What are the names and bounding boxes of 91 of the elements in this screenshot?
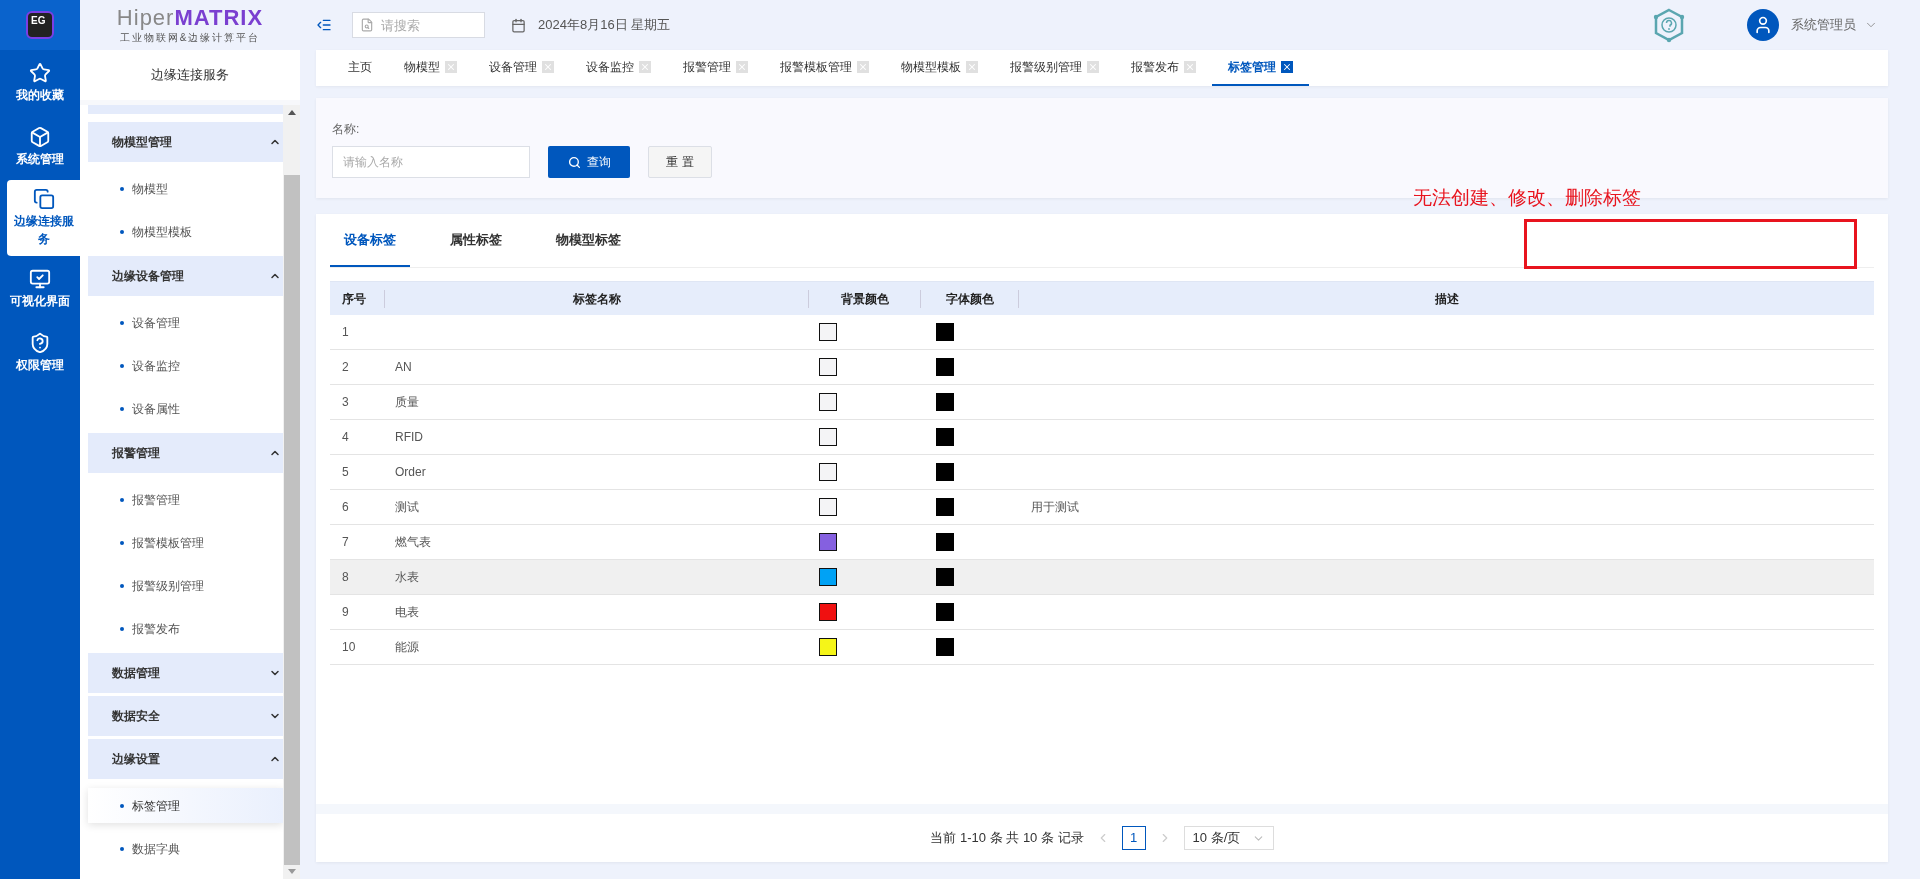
column-header: 标签名称: [385, 289, 809, 308]
star-icon: [29, 62, 51, 84]
table-cell: 9: [342, 605, 349, 619]
help-icon[interactable]: [1651, 7, 1687, 43]
menu-item[interactable]: 标签管理: [88, 788, 283, 823]
user-name[interactable]: 系统管理员: [1791, 15, 1856, 35]
panel-tab[interactable]: 设备标签: [330, 214, 410, 267]
menu-item[interactable]: 物模型: [88, 167, 283, 210]
page-tab[interactable]: 物模型: [388, 50, 473, 86]
table-cell: Order: [395, 465, 426, 479]
brand-logo: HiperMATRIX: [116, 5, 264, 30]
table-cell: 7: [342, 535, 349, 549]
pagination-summary: 当前 1-10 条 共 10 条 记录: [930, 829, 1084, 848]
menu-group[interactable]: 物模型管理: [88, 122, 283, 162]
reset-button[interactable]: 重 置: [648, 146, 712, 178]
page-tab[interactable]: 主页: [332, 50, 388, 86]
rail-item[interactable]: 我的收藏: [0, 52, 80, 114]
table-cell: 8: [342, 570, 349, 584]
table-cell: 1: [342, 325, 349, 339]
scroll-down-icon[interactable]: [287, 869, 296, 874]
table-cell: 质量: [395, 395, 419, 409]
column-header: 背景颜色: [809, 289, 921, 308]
panel-tab[interactable]: 物模型标签: [542, 214, 635, 267]
rail-item[interactable]: 权限管理: [0, 322, 80, 384]
page-button[interactable]: 1: [1121, 826, 1146, 850]
menu-item[interactable]: 数据字典: [88, 827, 283, 870]
sidebar-title: 边缘连接服务: [151, 66, 229, 85]
table-cell: 电表: [395, 605, 419, 619]
page-tab[interactable]: 报警模板管理: [764, 50, 885, 86]
table-cell: 用于测试: [1031, 500, 1079, 514]
calendar-icon: [511, 17, 526, 33]
table-cell: 6: [342, 500, 349, 514]
menu-group[interactable]: 报警管理: [88, 433, 283, 473]
search-icon: [360, 18, 374, 32]
annotation-text: 无法创建、修改、删除标签: [1413, 186, 1641, 210]
page-tab[interactable]: 报警发布: [1115, 50, 1212, 86]
search-field[interactable]: 请搜索: [352, 12, 485, 38]
field-label: 名称:: [332, 121, 361, 138]
search-button[interactable]: 查询: [548, 146, 630, 178]
column-header: 序号: [330, 289, 385, 308]
date-text: 2024年8月16日 星期五: [538, 16, 671, 35]
monitor-icon: [29, 268, 51, 290]
shield-icon: [29, 332, 51, 354]
scroll-up-icon[interactable]: [287, 110, 296, 115]
page-tab[interactable]: 报警管理: [667, 50, 764, 86]
menu-item[interactable]: 报警级别管理: [88, 564, 283, 607]
menu-group[interactable]: 数据管理: [88, 653, 283, 693]
table-cell: 5: [342, 465, 349, 479]
menu-item[interactable]: 报警发布: [88, 607, 283, 650]
table-cell: 3: [342, 395, 349, 409]
table-cell: RFID: [395, 430, 423, 444]
table-row[interactable]: 8 水表: [330, 560, 1874, 595]
menu-item[interactable]: 设备属性: [88, 387, 283, 430]
search-icon: [567, 155, 581, 169]
menu-group[interactable]: 边缘设置: [88, 739, 283, 779]
app-logo: EG: [26, 11, 54, 39]
menu-item[interactable]: 设备管理: [88, 301, 283, 344]
rail-item[interactable]: 系统管理: [0, 116, 80, 178]
menu-group[interactable]: 数据安全: [88, 696, 283, 736]
table-cell: AN: [395, 360, 412, 374]
scrollbar[interactable]: [283, 105, 300, 879]
table-cell: 燃气表: [395, 535, 431, 549]
table-cell: 4: [342, 430, 349, 444]
table-cell: 能源: [395, 640, 419, 654]
name-input[interactable]: 请输入名称: [332, 146, 530, 178]
menu-group[interactable]: 边缘设备管理: [88, 256, 283, 296]
close-icon[interactable]: [1281, 61, 1293, 73]
column-header: 字体颜色: [921, 289, 1019, 308]
avatar-icon[interactable]: [1747, 9, 1779, 41]
menu-icon[interactable]: [316, 17, 332, 33]
cube-icon: [29, 126, 51, 148]
column-header: 描述: [1433, 290, 1460, 308]
page-tab[interactable]: 物模型模板: [885, 50, 994, 86]
table-cell: 测试: [395, 500, 419, 514]
table-cell: 水表: [395, 570, 419, 584]
brand-subtitle: 工业物联网&边缘计算平台: [119, 30, 261, 45]
menu-item[interactable]: 报警管理: [88, 478, 283, 521]
rail-item[interactable]: 可视化界面: [0, 258, 80, 320]
page-size-select[interactable]: 10 条/页: [1183, 826, 1274, 850]
page-tab[interactable]: 标签管理: [1212, 50, 1309, 86]
panel-tab[interactable]: 属性标签: [436, 214, 516, 267]
page-tab[interactable]: 设备管理: [473, 50, 570, 86]
menu-item[interactable]: 物模型模板: [88, 210, 283, 253]
menu-item[interactable]: 设备监控: [88, 344, 283, 387]
squares-icon: [32, 188, 55, 210]
page-tab[interactable]: 报警级别管理: [994, 50, 1115, 86]
table-cell: 10: [342, 640, 356, 654]
menu-item[interactable]: 报警模板管理: [88, 521, 283, 564]
table-cell: 2: [342, 360, 349, 374]
rail-item[interactable]: 边缘连接服务: [7, 180, 80, 256]
page-tab[interactable]: 设备监控: [570, 50, 667, 86]
